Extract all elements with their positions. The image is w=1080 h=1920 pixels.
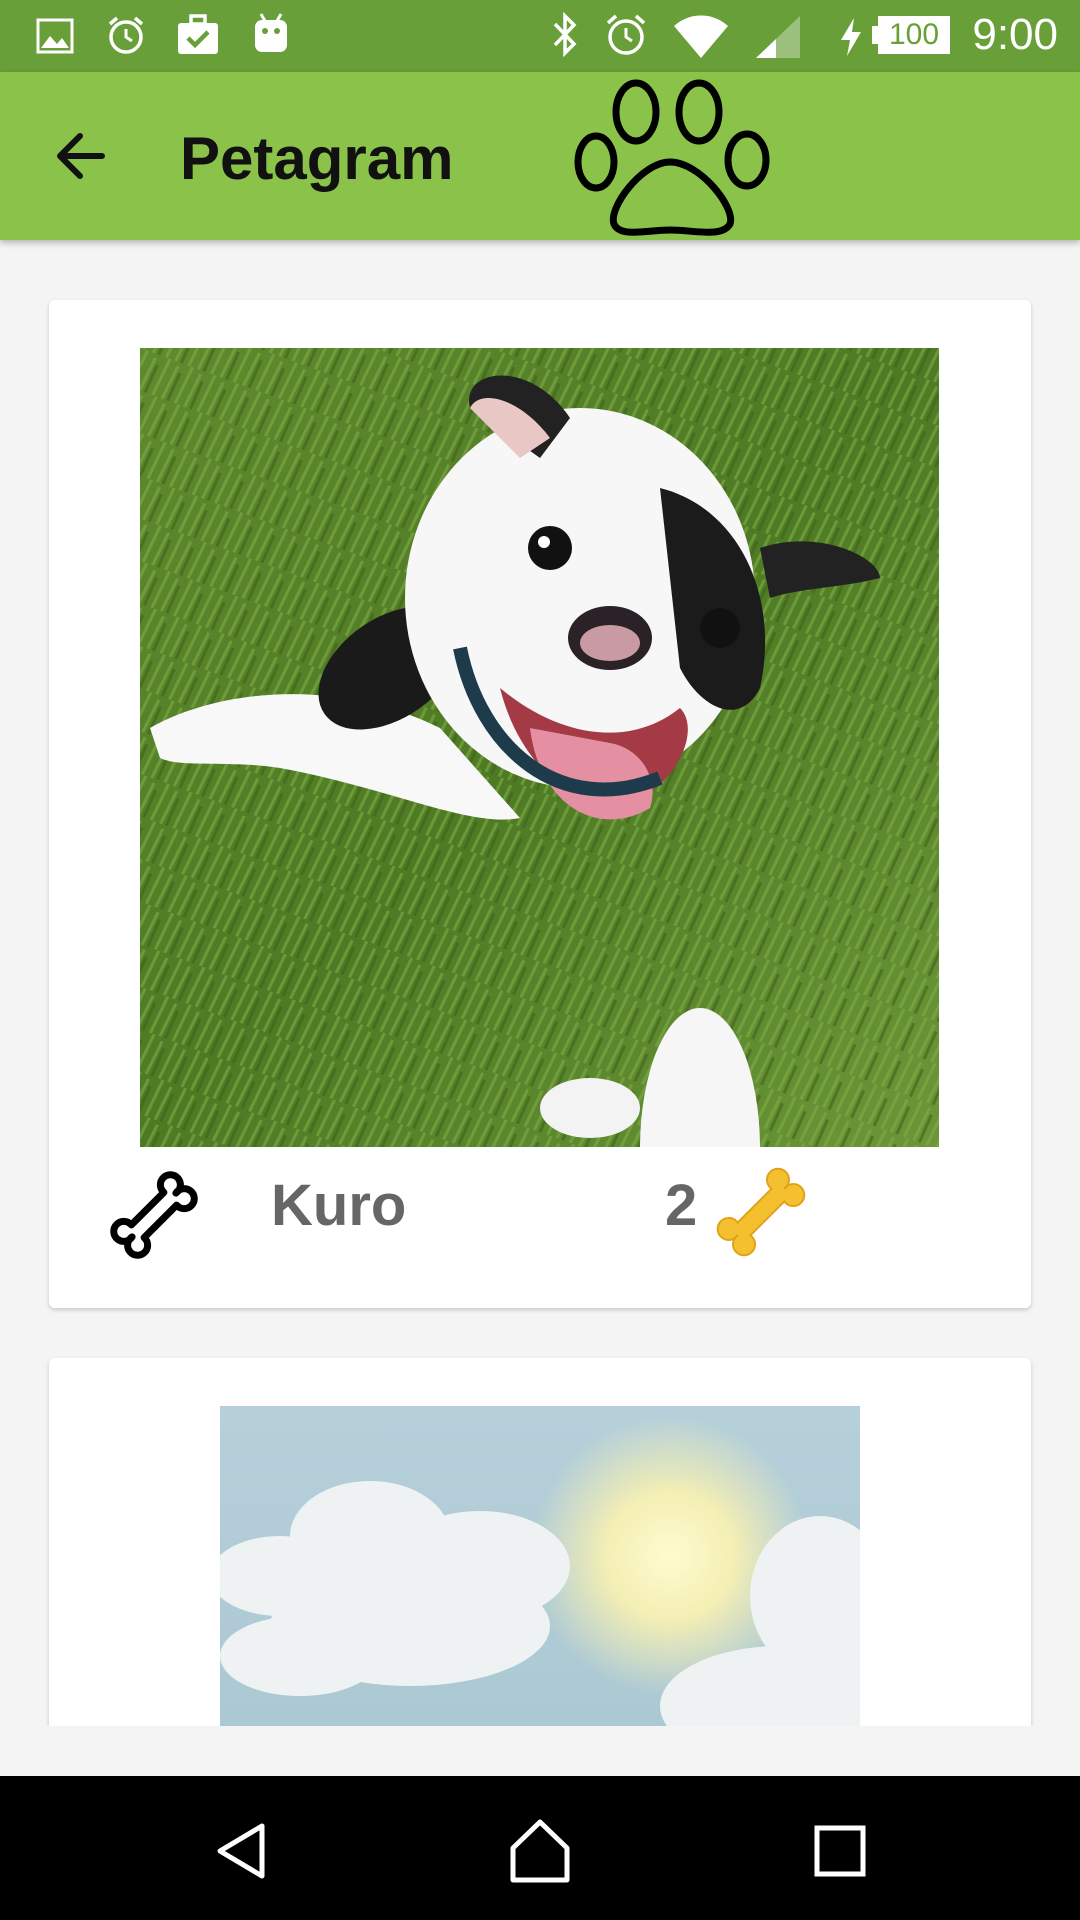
pet-card[interactable] (49, 1358, 1031, 1726)
back-triangle-icon[interactable] (206, 1816, 276, 1886)
pet-photo (140, 348, 939, 1147)
alarm-icon (606, 14, 646, 55)
navigation-bar (0, 1776, 1080, 1920)
battery-icon: 100 (872, 16, 950, 54)
android-icon (255, 13, 287, 52)
arrow-back-icon[interactable] (44, 116, 124, 196)
pet-photo (220, 1406, 860, 1726)
battery-level: 100 (878, 16, 950, 54)
pet-name: Kuro (271, 1173, 407, 1238)
briefcase-check-icon (178, 14, 218, 54)
bone-yellow-icon (716, 1167, 806, 1257)
signal-icon (756, 16, 800, 58)
home-icon[interactable] (505, 1816, 575, 1886)
paw-icon (574, 79, 770, 236)
recents-square-icon[interactable] (805, 1816, 875, 1886)
wifi-icon (674, 15, 728, 58)
gallery-icon (36, 18, 74, 54)
charging-icon (841, 18, 861, 56)
pet-list[interactable]: Kuro 2 (0, 240, 1080, 1726)
app-title: Petagram (180, 125, 454, 192)
bluetooth-icon (553, 12, 577, 58)
alarm-icon (108, 16, 144, 54)
likes-count: 2 (665, 1173, 698, 1238)
status-time: 9:00 (972, 10, 1058, 59)
bone-outline-icon[interactable] (107, 1168, 201, 1262)
app-bar: Petagram (0, 72, 1080, 240)
status-bar: 100 9:00 (0, 0, 1080, 72)
pet-card[interactable]: Kuro 2 (49, 300, 1031, 1308)
